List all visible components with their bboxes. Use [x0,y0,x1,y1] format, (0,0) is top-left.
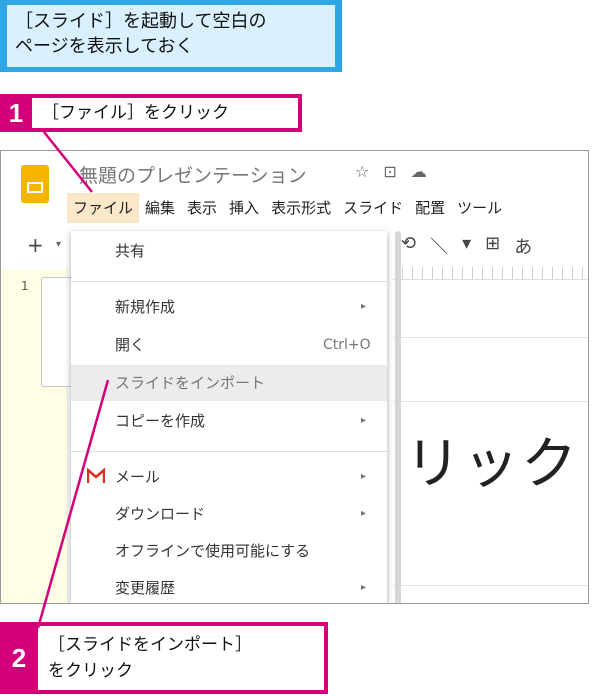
ruler [393,267,588,280]
step-1-label: 1 ［ファイル］をクリック [0,94,302,132]
move-to-folder-icon[interactable]: ⊡ [383,162,396,181]
submenu-arrow-icon: ▸ [361,471,367,482]
menu-item-share[interactable]: 共有 [71,233,387,269]
file-menu-dropdown: 共有 新規作成 ▸ 開く Ctrl+O スライドをインポート コピーを作成 ▸ … [71,231,387,603]
input-tools-icon[interactable]: あ [514,233,532,259]
menu-item-label: コピーを作成 [115,412,206,430]
chevron-down-icon[interactable]: ▾ [56,239,61,250]
canvas-guide [393,585,588,586]
menu-file[interactable]: ファイル [67,193,140,223]
new-slide-icon[interactable]: + [27,233,44,257]
line-icon[interactable]: ＼ [430,233,448,259]
slide-canvas-text[interactable]: リック [405,419,579,500]
step-text: ［ファイル］をクリック [32,94,302,132]
menu-item-label: ダウンロード [115,505,206,523]
menu-item-open[interactable]: 開く Ctrl+O [71,327,387,363]
menu-divider [71,451,387,452]
instruction-text: ［スライド］を起動して空白の ページを表示しておく [7,5,335,67]
line-dropdown-icon[interactable]: ▾ [462,233,471,259]
menu-item-label: 変更履歴 [115,579,176,597]
menu-item-make-copy[interactable]: コピーを作成 ▸ [71,403,387,439]
shape-icon[interactable]: ⟲ [401,233,416,259]
menu-item-label: スライドをインポート [115,374,266,392]
menu-item-new[interactable]: 新規作成 ▸ [71,289,387,325]
menu-item-import-slides[interactable]: スライドをインポート [71,365,387,401]
canvas-guide [393,337,588,338]
document-title[interactable]: 無題のプレゼンテーション [79,161,307,188]
menu-slide[interactable]: スライド [337,193,409,223]
menu-insert[interactable]: 挿入 [223,193,265,223]
step-number: 2 [0,622,38,694]
app-screenshot: 無題のプレゼンテーション ☆ ⊡ ☁ ファイル 編集 表示 挿入 表示形式 スラ… [0,150,589,604]
menu-item-make-available-offline[interactable]: オフラインで使用可能にする [71,533,387,569]
instruction-callout: ［スライド］を起動して空白の ページを表示しておく [0,0,342,72]
title-icons: ☆ ⊡ ☁ [355,162,427,181]
menu-item-label: 開く [115,336,146,354]
menu-item-download[interactable]: ダウンロード ▸ [71,496,387,532]
menu-view[interactable]: 表示 [181,193,223,223]
submenu-arrow-icon: ▸ [361,415,367,426]
gmail-icon [87,468,105,483]
submenu-arrow-icon: ▸ [361,508,367,519]
menu-item-label: 共有 [115,242,146,260]
menu-arrange[interactable]: 配置 [409,193,451,223]
cloud-status-icon[interactable]: ☁ [411,162,427,181]
submenu-arrow-icon: ▸ [361,301,367,312]
star-icon[interactable]: ☆ [355,162,369,181]
menu-scrollbar[interactable] [395,231,401,603]
step-2-label: 2 ［スライドをインポート］ をクリック [0,622,328,694]
menu-item-shortcut: Ctrl+O [323,337,371,353]
menu-item-version-history[interactable]: 変更履歴 ▸ [71,570,387,603]
slides-logo-icon[interactable] [21,165,49,203]
submenu-arrow-icon: ▸ [361,582,367,593]
step-number: 1 [0,94,32,132]
canvas-guide [393,401,588,402]
menu-format[interactable]: 表示形式 [265,193,337,223]
menu-edit[interactable]: 編集 [139,193,181,223]
slide-thumbnail[interactable] [41,277,73,387]
menu-divider [71,281,387,282]
slide-number: 1 [21,279,29,293]
toolbar-right: ⟲ ＼ ▾ ⊞ あ [401,233,532,259]
menu-tools[interactable]: ツール [451,193,508,223]
menu-item-label: メール [115,468,161,486]
comment-add-icon[interactable]: ⊞ [485,233,500,259]
menu-item-email[interactable]: メール ▸ [71,459,387,495]
step-text: ［スライドをインポート］ をクリック [38,622,328,694]
menu-item-label: 新規作成 [115,298,176,316]
menu-item-label: オフラインで使用可能にする [115,542,311,560]
menubar: ファイル 編集 表示 挿入 表示形式 スライド 配置 ツール [67,193,508,223]
